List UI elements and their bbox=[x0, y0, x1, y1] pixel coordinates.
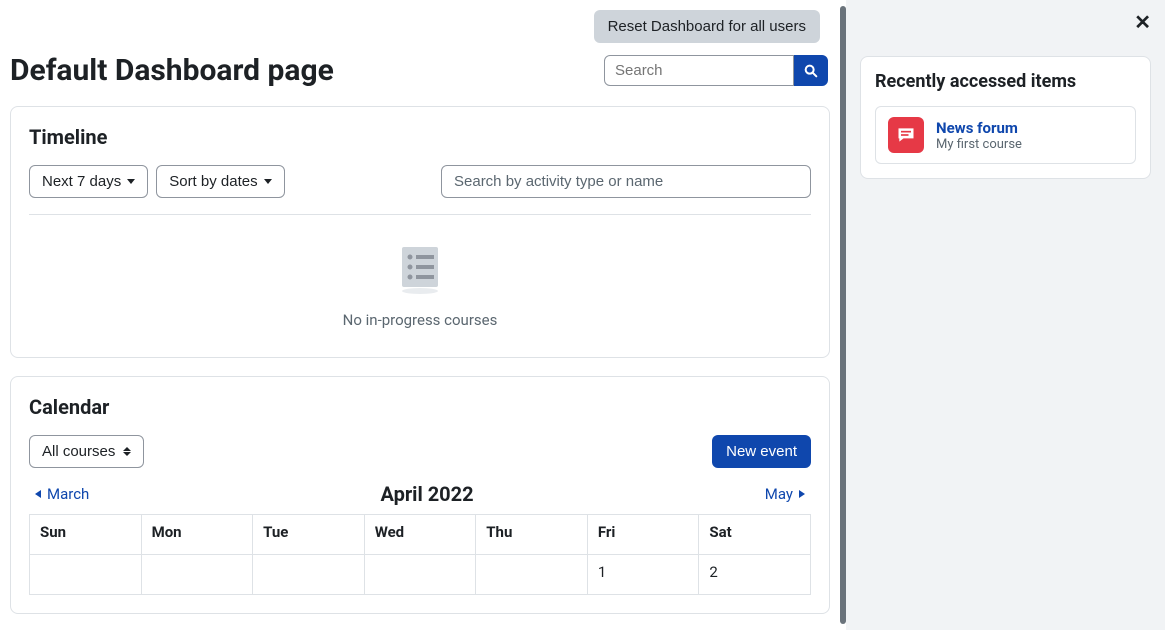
main-content: Reset Dashboard for all users Default Da… bbox=[0, 0, 840, 630]
calendar-prev-label: March bbox=[47, 485, 89, 503]
calendar-card: Calendar All courses New event March Apr… bbox=[10, 376, 830, 614]
calendar-day-header: Tue bbox=[253, 515, 365, 555]
calendar-next-label: May bbox=[765, 485, 793, 503]
page-title: Default Dashboard page bbox=[10, 53, 334, 88]
arrow-right-icon bbox=[799, 490, 805, 498]
drawer-close-button[interactable]: ✕ bbox=[1134, 10, 1151, 35]
empty-list-icon bbox=[392, 241, 448, 297]
calendar-heading: Calendar bbox=[29, 395, 811, 419]
close-icon: ✕ bbox=[1134, 12, 1151, 34]
calendar-cell[interactable]: 2 bbox=[699, 555, 811, 595]
chevron-down-icon bbox=[264, 179, 272, 184]
recently-accessed-item[interactable]: News forum My first course bbox=[875, 106, 1136, 164]
calendar-day-header: Sat bbox=[699, 515, 811, 555]
timeline-card: Timeline Next 7 days Sort by dates bbox=[10, 106, 830, 358]
chevron-down-icon bbox=[127, 179, 135, 184]
calendar-cell bbox=[30, 555, 142, 595]
timeline-range-label: Next 7 days bbox=[42, 173, 121, 190]
calendar-prev-month[interactable]: March bbox=[35, 485, 89, 503]
calendar-day-header: Thu bbox=[476, 515, 588, 555]
calendar-cell bbox=[476, 555, 588, 595]
sort-icon bbox=[123, 447, 131, 456]
timeline-range-dropdown[interactable]: Next 7 days bbox=[29, 165, 148, 198]
forum-icon bbox=[888, 117, 924, 153]
calendar-cell bbox=[364, 555, 476, 595]
item-subtitle: My first course bbox=[936, 137, 1022, 152]
timeline-sort-dropdown[interactable]: Sort by dates bbox=[156, 165, 284, 198]
item-title: News forum bbox=[936, 119, 1022, 137]
calendar-table: SunMonTueWedThuFriSat 12 bbox=[29, 514, 811, 595]
recently-accessed-card: Recently accessed items News forum My fi… bbox=[860, 56, 1151, 179]
search-button[interactable] bbox=[794, 55, 828, 86]
recently-accessed-heading: Recently accessed items bbox=[875, 71, 1136, 92]
calendar-cell[interactable]: 1 bbox=[587, 555, 699, 595]
timeline-empty-state: No in-progress courses bbox=[29, 231, 811, 339]
timeline-search-input[interactable] bbox=[441, 165, 811, 198]
timeline-empty-text: No in-progress courses bbox=[29, 311, 811, 329]
calendar-course-filter-label: All courses bbox=[42, 443, 115, 460]
calendar-course-filter[interactable]: All courses bbox=[29, 435, 144, 468]
calendar-current-month: April 2022 bbox=[380, 482, 473, 506]
search-group bbox=[604, 55, 828, 86]
arrow-left-icon bbox=[35, 490, 41, 498]
timeline-heading: Timeline bbox=[29, 125, 811, 149]
drawer-right: ✕ Recently accessed items News forum My … bbox=[846, 0, 1165, 630]
calendar-next-month[interactable]: May bbox=[765, 485, 805, 503]
search-input[interactable] bbox=[604, 55, 794, 86]
calendar-cell bbox=[253, 555, 365, 595]
calendar-day-header: Fri bbox=[587, 515, 699, 555]
timeline-sort-label: Sort by dates bbox=[169, 173, 257, 190]
calendar-day-header: Wed bbox=[364, 515, 476, 555]
search-icon bbox=[803, 63, 819, 79]
new-event-button[interactable]: New event bbox=[712, 435, 811, 468]
reset-dashboard-button[interactable]: Reset Dashboard for all users bbox=[594, 10, 820, 43]
calendar-cell bbox=[141, 555, 253, 595]
calendar-day-header: Mon bbox=[141, 515, 253, 555]
calendar-day-header: Sun bbox=[30, 515, 142, 555]
divider bbox=[29, 214, 811, 215]
